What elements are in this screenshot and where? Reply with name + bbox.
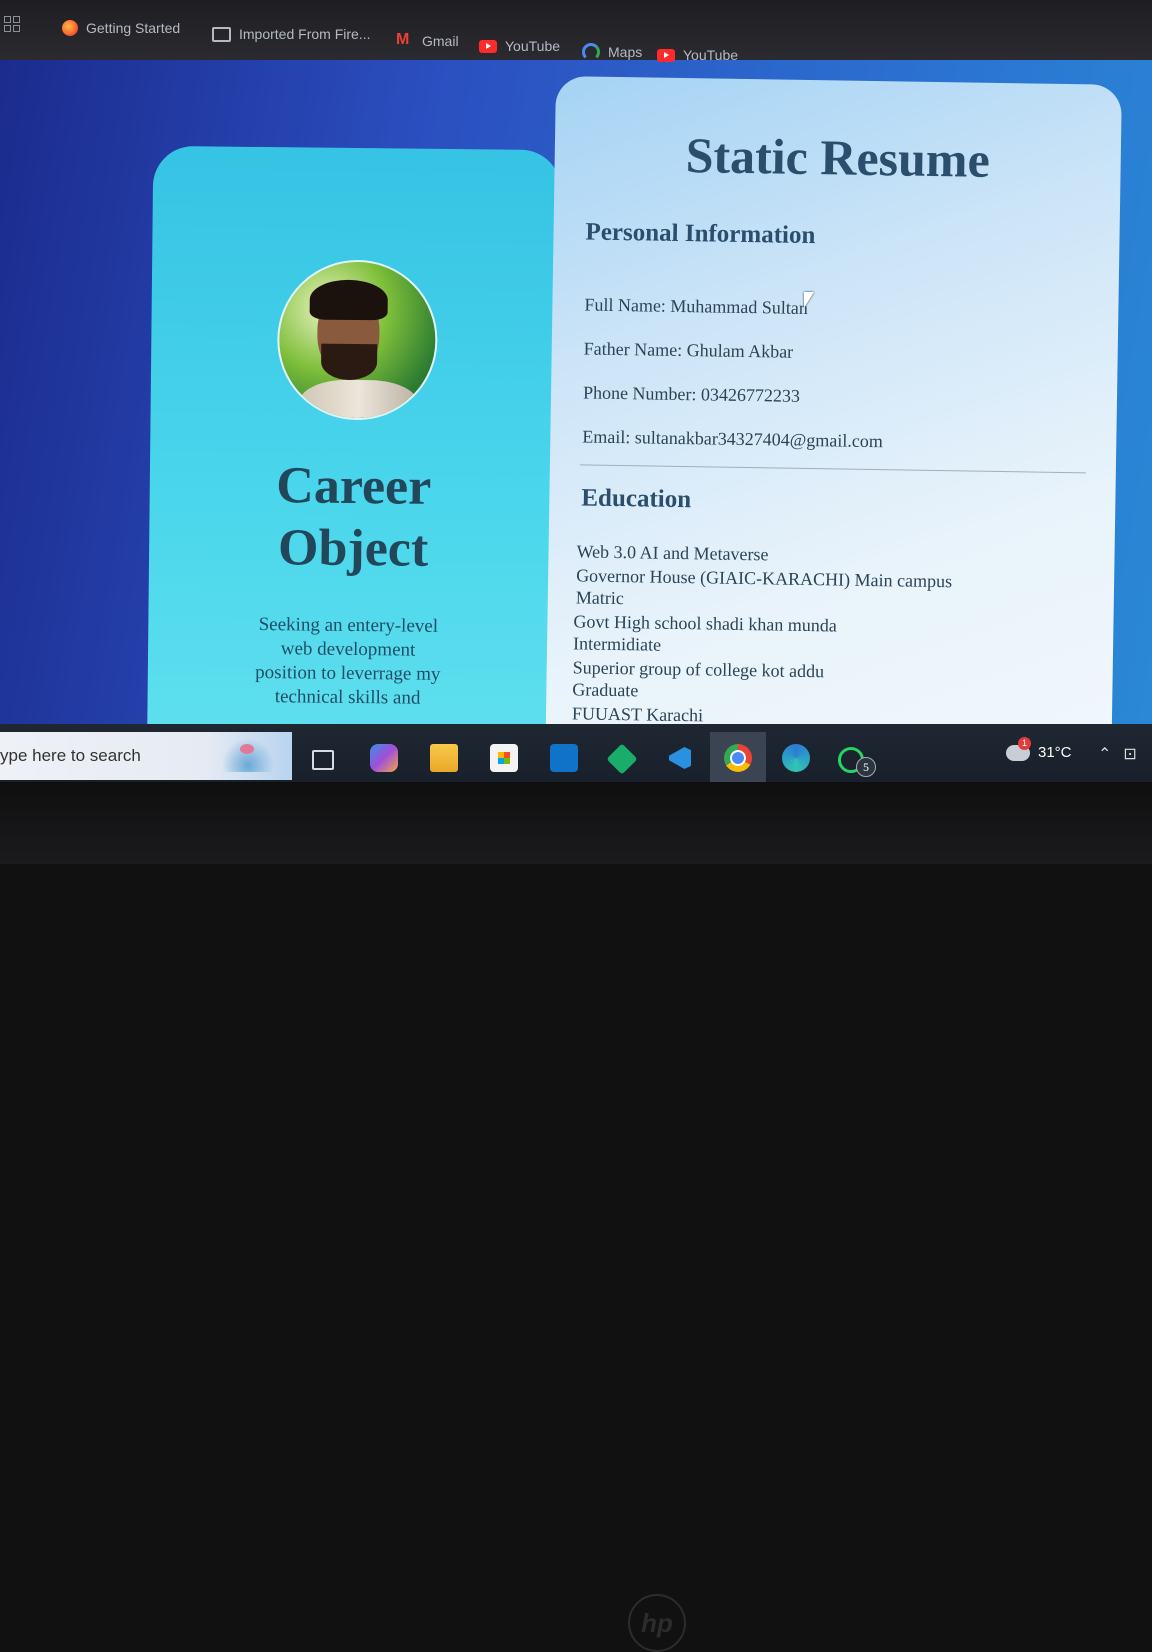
apps-grid-icon[interactable] [4, 16, 22, 34]
screen: Getting Started Imported From Fire... Gm… [0, 0, 1152, 780]
chevron-up-icon[interactable]: ⌃ [1098, 744, 1111, 764]
network-icon[interactable]: ⊡ [1123, 744, 1136, 764]
chrome-icon[interactable] [724, 744, 752, 772]
temperature: 31°C [1038, 744, 1072, 761]
microsoft-store-icon[interactable] [490, 744, 518, 772]
education-item: Governor House (GIAIC-KARACHI) Main camp… [576, 565, 953, 592]
personal-info-heading: Personal Information [585, 218, 816, 250]
education-heading: Education [581, 484, 692, 514]
weather-widget[interactable]: 31°C [1006, 736, 1072, 761]
youtube-icon [657, 48, 675, 62]
git-client-icon[interactable] [606, 743, 638, 775]
education-item: Intermidiate [572, 633, 662, 655]
hp-logo-icon: hp [628, 1594, 686, 1652]
mouse-cursor [804, 292, 814, 308]
email: Email: sultanakbar34327404@gmail.com [582, 426, 883, 452]
education-item: Graduate [572, 679, 639, 701]
cloud-icon [1006, 736, 1031, 761]
edge-icon[interactable] [782, 744, 810, 772]
education-item: FUUAST Karachi [571, 703, 704, 726]
phone-number: Phone Number: 03426772233 [582, 382, 801, 406]
profile-photo [276, 259, 439, 421]
education-item: Matric [575, 587, 624, 609]
taskbar-search[interactable]: ype here to search [0, 732, 292, 780]
system-tray: ⌃ ⊡ [1098, 744, 1137, 764]
bookmark-maps[interactable]: Maps [582, 43, 642, 61]
bookmark-getting-started[interactable]: Getting Started [62, 20, 180, 36]
search-highlight-icon [222, 738, 274, 772]
firefox-icon [62, 20, 78, 36]
copilot-icon[interactable] [370, 744, 398, 772]
whatsapp-badge: 5 [856, 757, 876, 777]
bookmark-imported-folder[interactable]: Imported From Fire... [212, 26, 370, 42]
search-placeholder: ype here to search [0, 746, 141, 765]
file-explorer-icon[interactable] [430, 744, 458, 772]
resume-title: Static Resume [685, 127, 991, 188]
vscode-icon[interactable] [666, 744, 694, 772]
taskbar: ype here to search [0, 724, 1152, 782]
father-name: Father Name: Ghulam Akbar [583, 338, 794, 362]
bookmark-youtube-2[interactable]: YouTube [657, 47, 738, 63]
youtube-icon [479, 39, 497, 53]
career-card: Career Object Seeking an entery-level we… [146, 145, 562, 780]
bookmark-youtube[interactable]: YouTube [479, 38, 560, 54]
full-name: Full Name: Muhammad Sultan [584, 294, 809, 318]
gmail-icon [396, 31, 414, 49]
maps-icon [582, 43, 600, 61]
bookmark-gmail[interactable]: Gmail [396, 31, 459, 50]
bookmarks-bar: Getting Started Imported From Fire... Gm… [0, 0, 1152, 63]
laptop-bezel: hp [0, 782, 1152, 1652]
outlook-icon[interactable] [550, 744, 578, 772]
resume-card: Static Resume Personal Information Full … [544, 76, 1122, 780]
section-divider [579, 464, 1086, 474]
folder-icon [212, 26, 231, 42]
career-description: Seeking an entery-level web development … [255, 614, 441, 709]
education-list: Web 3.0 AI and Metaverse Governor House (… [556, 76, 1122, 725]
task-view-icon[interactable] [312, 750, 334, 770]
career-title: Career Object [276, 457, 432, 578]
education-item: Web 3.0 AI and Metaverse [576, 541, 769, 565]
